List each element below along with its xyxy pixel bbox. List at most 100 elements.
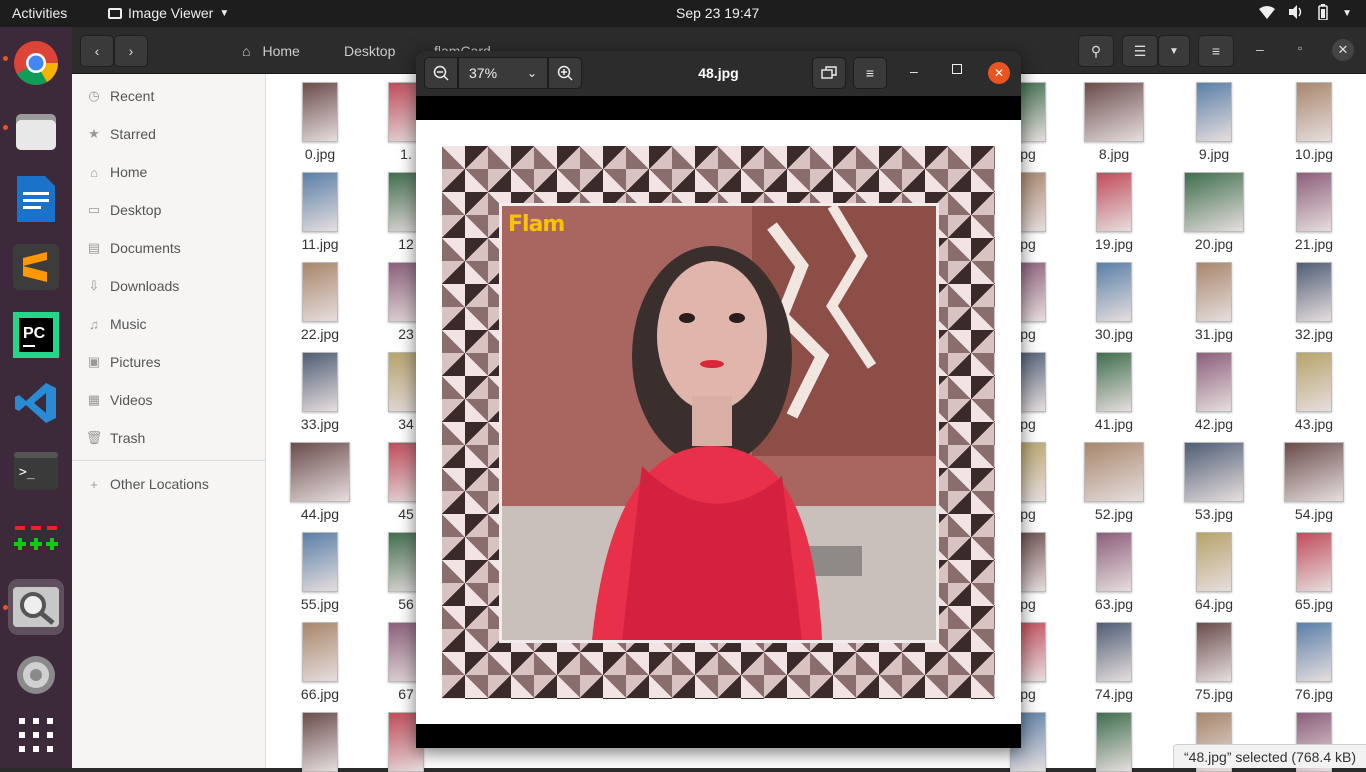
file-thumbnail bbox=[302, 82, 338, 142]
activities-button[interactable]: Activities bbox=[12, 5, 67, 21]
file-name: 11.jpg bbox=[301, 236, 339, 252]
file-name: 63.jpg bbox=[1094, 596, 1134, 612]
sublime-text-icon bbox=[13, 244, 59, 290]
caret-down-icon: ▼ bbox=[219, 7, 230, 19]
file-thumbnail bbox=[1084, 442, 1144, 502]
file-name: 31.jpg bbox=[1194, 326, 1234, 342]
file-thumbnail bbox=[1284, 442, 1344, 502]
chevron-down-icon: ⌄ bbox=[526, 66, 537, 80]
close-icon: ✕ bbox=[1337, 42, 1349, 57]
list-view-icon: ☰ bbox=[1133, 42, 1147, 59]
breadcrumb-desktop[interactable]: Desktop bbox=[344, 35, 395, 67]
app-grid-icon bbox=[19, 718, 53, 752]
file-name: 53.jpg bbox=[1194, 506, 1234, 522]
search-icon: ⚲ bbox=[1090, 42, 1102, 59]
sidebar-item-music[interactable]: ♫ Music bbox=[86, 312, 147, 336]
close-button[interactable]: ✕ bbox=[1332, 39, 1354, 61]
zoom-out-button[interactable] bbox=[424, 57, 458, 89]
list-view-button[interactable]: ☰ bbox=[1122, 35, 1158, 67]
hamburger-icon: ≡ bbox=[865, 65, 875, 81]
file-thumbnail bbox=[1196, 622, 1232, 682]
file-name: 32.jpg bbox=[1294, 326, 1334, 342]
image-viewer-launcher[interactable] bbox=[8, 579, 64, 635]
file-thumbnail[interactable] bbox=[302, 712, 338, 772]
dock: PC >_ bbox=[0, 27, 72, 768]
sidebar-item-desktop[interactable]: ▭ Desktop bbox=[86, 198, 162, 222]
zoom-level-select[interactable]: 37% ⌄ bbox=[458, 57, 548, 89]
image-canvas[interactable]: Flam bbox=[416, 120, 1021, 724]
sidebar-item-trash[interactable]: 🗑 Trash bbox=[86, 426, 146, 450]
sidebar-item-other-locations[interactable]: + Other Locations bbox=[86, 472, 209, 496]
battery-icon bbox=[1318, 4, 1328, 23]
sidebar-item-home[interactable]: ⌂ Home bbox=[86, 160, 147, 184]
clock[interactable]: Sep 23 19:47 bbox=[676, 5, 759, 21]
gear-icon bbox=[17, 656, 55, 694]
image-viewer-icon bbox=[13, 587, 59, 627]
view-options-button[interactable]: ▼ bbox=[1158, 35, 1190, 67]
home-icon: ⌂ bbox=[242, 43, 251, 59]
vscode-icon bbox=[15, 383, 56, 423]
close-button[interactable]: ✕ bbox=[988, 62, 1010, 84]
app-launcher[interactable] bbox=[8, 511, 64, 567]
sidebar-item-videos[interactable]: ▦ Videos bbox=[86, 388, 153, 412]
vscode-launcher[interactable] bbox=[8, 375, 64, 431]
sidebar-item-label: Recent bbox=[110, 88, 155, 104]
file-name: 44.jpg bbox=[300, 506, 340, 522]
file-name: 55.jpg bbox=[300, 596, 340, 612]
system-tray[interactable]: ▼ bbox=[1259, 4, 1352, 23]
file-thumbnail[interactable] bbox=[1096, 712, 1132, 772]
files-launcher[interactable] bbox=[8, 103, 64, 159]
home-icon: ⌂ bbox=[90, 164, 98, 180]
app-menu-label: Image Viewer bbox=[128, 5, 214, 21]
file-name: 64.jpg bbox=[1194, 596, 1234, 612]
chrome-launcher[interactable] bbox=[8, 35, 64, 91]
file-thumbnail bbox=[1296, 262, 1332, 322]
sublime-launcher[interactable] bbox=[8, 239, 64, 295]
sidebar-divider bbox=[72, 460, 266, 461]
chevron-left-icon: ‹ bbox=[94, 43, 100, 59]
file-name: 42.jpg bbox=[1194, 416, 1234, 432]
picture-icon: ▣ bbox=[87, 354, 101, 369]
writer-launcher[interactable] bbox=[8, 171, 64, 227]
fullscreen-button[interactable] bbox=[812, 57, 846, 89]
desktop-icon: ▭ bbox=[87, 202, 101, 217]
close-icon: ✕ bbox=[993, 66, 1005, 80]
sidebar-item-downloads[interactable]: ⇩ Downloads bbox=[86, 274, 180, 298]
sidebar-item-label: Pictures bbox=[110, 354, 161, 370]
show-applications-button[interactable] bbox=[8, 707, 64, 763]
maximize-button[interactable]: ▫ bbox=[1298, 41, 1302, 55]
zoom-in-icon bbox=[557, 65, 573, 81]
zoom-in-button[interactable] bbox=[548, 57, 582, 89]
sidebar-item-label: Music bbox=[110, 316, 147, 332]
sidebar-item-documents[interactable]: ▤ Documents bbox=[86, 236, 181, 260]
document-icon: ▤ bbox=[87, 240, 101, 255]
download-icon: ⇩ bbox=[88, 278, 100, 293]
minimize-button[interactable]: – bbox=[1256, 41, 1264, 57]
settings-launcher[interactable] bbox=[8, 647, 64, 703]
sidebar-item-starred[interactable]: ★ Starred bbox=[86, 122, 156, 146]
pycharm-launcher[interactable]: PC bbox=[8, 307, 64, 363]
sidebar-item-recent[interactable]: ◷ Recent bbox=[86, 84, 154, 108]
sidebar-item-label: Trash bbox=[110, 430, 146, 446]
forward-button[interactable]: › bbox=[114, 35, 148, 67]
terminal-launcher[interactable]: >_ bbox=[8, 443, 64, 499]
file-name: 66.jpg bbox=[300, 686, 340, 702]
file-thumbnail bbox=[302, 262, 338, 322]
menu-button[interactable]: ≡ bbox=[853, 57, 887, 89]
back-button[interactable]: ‹ bbox=[80, 35, 114, 67]
file-thumbnail bbox=[1296, 352, 1332, 412]
maximize-button[interactable] bbox=[952, 64, 962, 74]
file-thumbnail bbox=[1296, 172, 1332, 232]
menu-button[interactable]: ≡ bbox=[1198, 35, 1234, 67]
file-thumbnail bbox=[1184, 442, 1244, 502]
search-button[interactable]: ⚲ bbox=[1078, 35, 1114, 67]
flam-logo: Flam bbox=[508, 212, 565, 237]
plus-icon: + bbox=[90, 476, 98, 492]
minimize-button[interactable]: – bbox=[910, 63, 918, 79]
file-thumbnail bbox=[302, 532, 338, 592]
app-menu[interactable]: Image Viewer ▼ bbox=[108, 5, 229, 21]
file-thumbnail bbox=[302, 352, 338, 412]
pycharm-icon: PC bbox=[13, 312, 59, 358]
breadcrumb-home[interactable]: Home bbox=[262, 43, 299, 59]
sidebar-item-pictures[interactable]: ▣ Pictures bbox=[86, 350, 161, 374]
